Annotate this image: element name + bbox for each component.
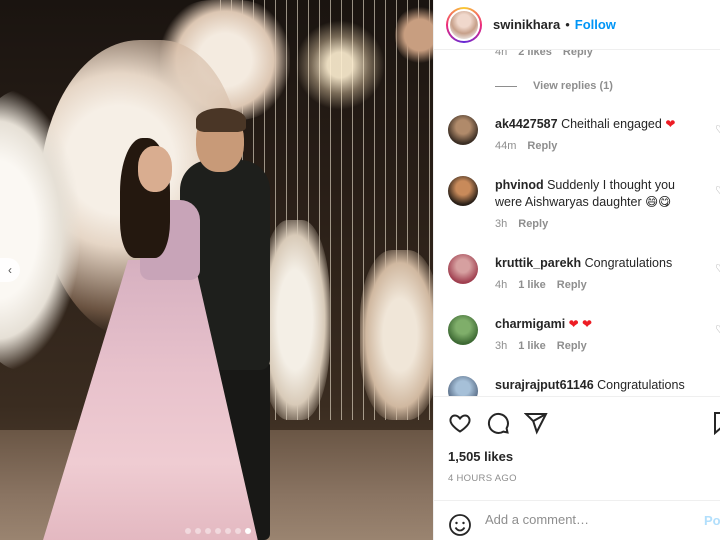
carousel-dot (225, 528, 231, 534)
carousel-dots (185, 528, 251, 534)
floral-column (260, 220, 330, 420)
comment-body: phvinod Suddenly I thought you were Aish… (495, 177, 695, 233)
comment-time: 44m (495, 140, 517, 152)
chandelier (295, 20, 385, 110)
author-avatar[interactable] (446, 6, 482, 43)
post-actions: 1,505 likes 4 HOURS AGO (434, 396, 720, 500)
reply-button[interactable]: Reply (557, 338, 587, 355)
comment-likes[interactable]: 1 like (518, 338, 546, 355)
post-photo[interactable]: ‹ (0, 0, 433, 540)
bride-face (138, 146, 172, 192)
like-comment-icon[interactable]: ♡ (715, 123, 720, 136)
comment-input[interactable] (485, 512, 695, 527)
comments-list[interactable]: 4h 2 likes Reply View replies (1) ak4427… (434, 50, 720, 396)
comment-likes[interactable]: 2 likes (518, 50, 552, 58)
like-comment-icon[interactable]: ♡ (715, 323, 720, 336)
comment-body: surajrajput61146 Congratulations (495, 377, 695, 394)
carousel-dot (205, 528, 211, 534)
groom-hair (196, 108, 246, 132)
replies-divider (495, 85, 517, 87)
comment-likes[interactable]: 1 like (518, 277, 546, 294)
view-replies-button[interactable]: View replies (1) (495, 80, 613, 92)
view-replies-label: View replies (1) (533, 80, 613, 92)
author-username[interactable]: swinikhara (493, 17, 560, 32)
carousel-dot (215, 528, 221, 534)
follow-button[interactable]: Follow (575, 17, 616, 32)
emoji-icon[interactable] (448, 513, 472, 537)
post-timestamp[interactable]: 4 HOURS AGO (448, 473, 517, 484)
post-side-panel: swinikhara • Follow 4h 2 likes Reply Vie… (433, 0, 720, 540)
heart-emoji: ❤ (665, 117, 676, 131)
commenter-avatar[interactable] (448, 176, 478, 206)
commenter-avatar[interactable] (448, 115, 478, 145)
commenter-avatar[interactable] (448, 376, 478, 396)
comment-time: 4h (495, 50, 508, 58)
comment-body: kruttik_parekh Congratulations 4h 1 like… (495, 255, 695, 294)
comment-text: Congratulations (597, 378, 685, 392)
previous-comment-meta: 4h 2 likes Reply (495, 50, 593, 58)
laughing-emoji: 😄😋 (645, 195, 672, 209)
author-avatar-image (448, 8, 480, 41)
share-icon[interactable] (524, 411, 548, 435)
like-comment-icon[interactable]: ♡ (715, 262, 720, 275)
like-comment-icon[interactable]: ♡ (715, 184, 720, 197)
comment-meta: 3h 1 like Reply (495, 338, 695, 355)
comment-meta: 44m Reply (495, 138, 695, 155)
reply-button[interactable]: Reply (518, 216, 548, 233)
header-separator: • (565, 17, 570, 32)
commenter-avatar[interactable] (448, 254, 478, 284)
chevron-left-icon: ‹ (8, 263, 12, 277)
action-icons (448, 411, 548, 435)
commenter-username[interactable]: ak4427587 (495, 117, 558, 131)
heart-emoji: ❤ ❤ (568, 317, 593, 331)
reply-button[interactable]: Reply (563, 50, 593, 58)
carousel-dot (235, 528, 241, 534)
comment-text: Congratulations (584, 256, 673, 270)
commenter-username[interactable]: kruttik_parekh (495, 256, 581, 270)
reply-button[interactable]: Reply (527, 138, 557, 155)
carousel-dot (185, 528, 191, 534)
comment-icon[interactable] (486, 411, 510, 435)
reply-button[interactable]: Reply (557, 277, 587, 294)
comment-time: 3h (495, 218, 508, 230)
carousel-dot (195, 528, 201, 534)
comment-time: 3h (495, 340, 508, 352)
add-comment-bar: Post (434, 500, 720, 540)
comment-time: 4h (495, 279, 508, 291)
commenter-username[interactable]: charmigami (495, 317, 565, 331)
comment-body: ak4427587 Cheithali engaged ❤ 44m Reply (495, 116, 695, 155)
commenter-username[interactable]: phvinod (495, 178, 544, 192)
comment-body: charmigami ❤ ❤ 3h 1 like Reply (495, 316, 695, 355)
carousel-dot-active (245, 528, 251, 534)
post-comment-button[interactable]: Post (704, 513, 720, 528)
post-header: swinikhara • Follow (434, 0, 720, 50)
comment-meta: 4h 1 like Reply (495, 277, 695, 294)
comment-meta: 3h Reply (495, 216, 695, 233)
floral-column-right (360, 250, 433, 420)
bookmark-icon[interactable] (710, 411, 720, 435)
likes-count[interactable]: 1,505 likes (448, 449, 513, 464)
heart-icon[interactable] (448, 411, 472, 435)
commenter-avatar[interactable] (448, 315, 478, 345)
commenter-username[interactable]: surajrajput61146 (495, 378, 594, 392)
comment-text: Cheithali engaged (561, 117, 662, 131)
